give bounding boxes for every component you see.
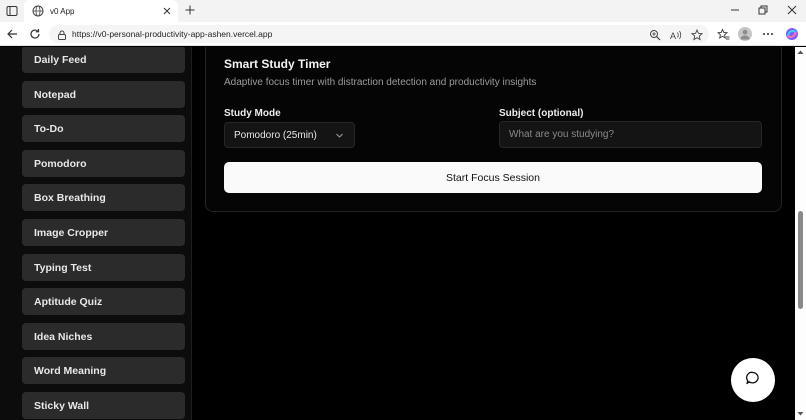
card-description: Adaptive focus timer with distraction de… [224, 77, 537, 88]
sidebar-item-aptitude-quiz[interactable]: Aptitude Quiz [22, 288, 185, 315]
page-scrollbar[interactable] [795, 47, 806, 420]
lock-icon[interactable] [56, 28, 68, 40]
zoom-icon[interactable] [649, 28, 661, 41]
url-text: https://v0-personal-productivity-app-ash… [72, 29, 273, 39]
restore-icon[interactable] [756, 3, 770, 17]
chat-bubble-icon [745, 370, 761, 391]
favorites-icon[interactable] [716, 27, 730, 41]
start-focus-session-button[interactable]: Start Focus Session [224, 162, 762, 193]
plus-icon[interactable] [183, 3, 197, 17]
close-icon[interactable] [161, 5, 173, 17]
chat-button[interactable] [731, 358, 775, 402]
refresh-icon[interactable] [28, 27, 42, 41]
globe-icon [32, 5, 44, 17]
scroll-up-icon[interactable] [797, 49, 804, 56]
subject-label: Subject (optional) [499, 108, 584, 119]
tab-actions-icon[interactable] [4, 3, 20, 19]
scroll-thumb[interactable] [798, 211, 803, 309]
back-arrow-icon[interactable] [5, 27, 19, 41]
subject-input[interactable] [499, 121, 762, 148]
svg-text:A: A [670, 31, 676, 41]
scroll-down-icon[interactable] [797, 410, 804, 417]
study-mode-value: Pomodoro (25min) [234, 129, 317, 141]
star-icon[interactable] [690, 28, 704, 41]
sidebar-item-pomodoro[interactable]: Pomodoro [22, 150, 185, 177]
page-content: Daily Feed Notepad To-Do Pomodoro Box Br… [0, 47, 795, 420]
read-aloud-icon[interactable]: A [670, 28, 682, 41]
sidebar-item-daily-feed[interactable]: Daily Feed [22, 47, 185, 73]
sidebar-item-box-breathing[interactable]: Box Breathing [22, 184, 185, 211]
address-bar: https://v0-personal-productivity-app-ash… [0, 22, 806, 46]
sidebar-item-idea-niches[interactable]: Idea Niches [22, 323, 185, 350]
minimize-icon[interactable] [728, 3, 742, 17]
sidebar-item-image-cropper[interactable]: Image Cropper [22, 219, 185, 246]
sidebar-item-to-do[interactable]: To-Do [22, 115, 185, 142]
sidebar-item-typing-test[interactable]: Typing Test [22, 254, 185, 281]
close-icon[interactable] [785, 3, 799, 17]
sidebar-item-word-meaning[interactable]: Word Meaning [22, 357, 185, 384]
sidebar: Daily Feed Notepad To-Do Pomodoro Box Br… [0, 47, 192, 420]
study-mode-label: Study Mode [224, 108, 281, 119]
browser-tab-bar: v0 App [0, 0, 806, 22]
tab-title: v0 App [50, 6, 75, 16]
study-mode-select[interactable]: Pomodoro (25min) [224, 122, 355, 148]
profile-icon[interactable] [738, 27, 752, 41]
chevron-down-icon [335, 131, 344, 140]
url-field[interactable]: https://v0-personal-productivity-app-ash… [49, 25, 709, 43]
more-icon[interactable] [761, 27, 775, 41]
browser-tab[interactable]: v0 App [24, 0, 178, 22]
copilot-icon[interactable] [785, 27, 799, 41]
card-title: Smart Study Timer [224, 57, 331, 71]
sidebar-item-sticky-wall[interactable]: Sticky Wall [22, 392, 185, 419]
sidebar-item-notepad[interactable]: Notepad [22, 81, 185, 108]
